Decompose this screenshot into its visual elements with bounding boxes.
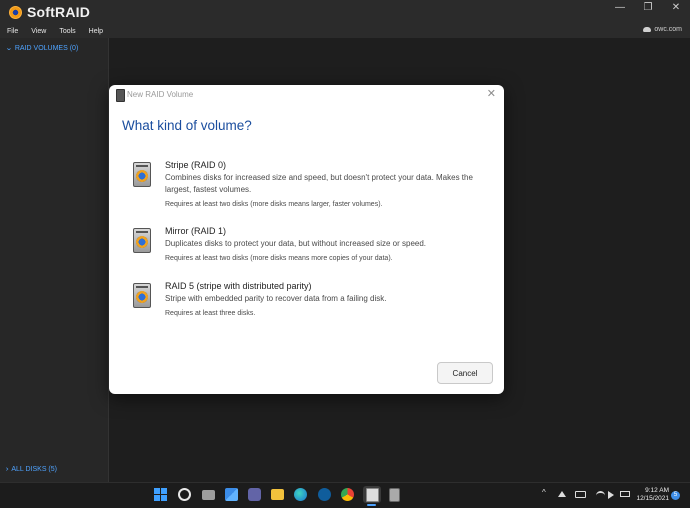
owc-link[interactable]: owc.com bbox=[643, 26, 682, 33]
option-note: Requires at least two disks (more disks … bbox=[165, 201, 383, 208]
file-explorer-icon[interactable] bbox=[271, 489, 284, 500]
option-description: Combines disks for increased size and sp… bbox=[165, 173, 473, 194]
option-raid5[interactable]: RAID 5 (stripe with distributed parity) … bbox=[133, 280, 483, 320]
dialog-heading: What kind of volume? bbox=[122, 118, 252, 133]
dialog-title-bar: New RAID Volume ✕ bbox=[109, 85, 504, 105]
chevron-down-icon: ⌄ bbox=[5, 45, 13, 52]
option-stripe-raid0[interactable]: Stripe (RAID 0) Combines disks for incre… bbox=[133, 159, 483, 211]
eject-icon[interactable] bbox=[558, 491, 566, 497]
widgets-icon[interactable] bbox=[225, 488, 238, 501]
title-bar: SoftRAID — ❐ ✕ bbox=[0, 0, 690, 24]
stocks-icon[interactable] bbox=[318, 488, 331, 501]
softraid-disk-icon bbox=[116, 89, 125, 102]
menu-file[interactable]: File bbox=[7, 28, 18, 35]
task-view-icon[interactable] bbox=[202, 490, 215, 500]
menu-bar: File View Tools Help owc.com bbox=[0, 24, 690, 38]
softraid-logo-icon bbox=[9, 5, 22, 19]
softraid-monitor-icon[interactable] bbox=[389, 488, 400, 502]
option-description: Stripe with embedded parity to recover d… bbox=[165, 294, 387, 303]
maximize-button[interactable]: ❐ bbox=[642, 0, 654, 16]
raid5-disk-icon bbox=[133, 283, 151, 308]
sidebar-all-disks[interactable]: › ALL DISKS (5) bbox=[6, 466, 57, 473]
window-controls: — ❐ ✕ bbox=[614, 0, 682, 16]
option-mirror-raid1[interactable]: Mirror (RAID 1) Duplicates disks to prot… bbox=[133, 225, 483, 265]
option-title: RAID 5 (stripe with distributed parity) bbox=[165, 281, 312, 291]
app-title: SoftRAID bbox=[27, 4, 91, 20]
wifi-icon[interactable] bbox=[596, 491, 605, 500]
sidebar: ⌄ RAID VOLUMES (0) › ALL DISKS (5) bbox=[0, 38, 109, 482]
mirror-disk-icon bbox=[133, 228, 151, 253]
chrome-icon[interactable] bbox=[341, 488, 354, 501]
option-title: Mirror (RAID 1) bbox=[165, 226, 226, 236]
option-note: Requires at least two disks (more disks … bbox=[165, 255, 393, 262]
taskbar: ^ 9:12 AM 12/15/2021 5 bbox=[0, 482, 690, 508]
chevron-right-icon: › bbox=[5, 466, 9, 473]
active-indicator bbox=[367, 504, 376, 506]
all-disks-label: ALL DISKS (5) bbox=[11, 466, 57, 473]
battery-icon[interactable] bbox=[620, 491, 630, 497]
menu-view[interactable]: View bbox=[31, 28, 46, 35]
menu-tools[interactable]: Tools bbox=[59, 28, 75, 35]
cancel-button[interactable]: Cancel bbox=[437, 362, 493, 384]
volume-icon[interactable] bbox=[608, 491, 614, 499]
option-title: Stripe (RAID 0) bbox=[165, 160, 227, 170]
tray-overflow-chevron-icon[interactable]: ^ bbox=[542, 488, 551, 497]
start-icon[interactable] bbox=[154, 488, 167, 501]
teams-chat-icon[interactable] bbox=[248, 488, 261, 501]
cloud-icon bbox=[643, 27, 652, 32]
notification-badge[interactable]: 5 bbox=[671, 491, 680, 500]
minimize-button[interactable]: — bbox=[614, 0, 626, 16]
clock[interactable]: 9:12 AM 12/15/2021 bbox=[635, 487, 669, 503]
close-window-button[interactable]: ✕ bbox=[670, 0, 682, 16]
dialog-close-button[interactable]: ✕ bbox=[487, 87, 496, 100]
new-raid-volume-dialog: New RAID Volume ✕ What kind of volume? S… bbox=[109, 85, 504, 394]
keyboard-icon[interactable] bbox=[575, 491, 586, 498]
clock-date: 12/15/2021 bbox=[636, 495, 669, 502]
edge-icon[interactable] bbox=[294, 488, 307, 501]
dialog-title: New RAID Volume bbox=[127, 90, 194, 99]
sidebar-raid-volumes[interactable]: ⌄ RAID VOLUMES (0) bbox=[5, 44, 79, 53]
option-description: Duplicates disks to protect your data, b… bbox=[165, 239, 427, 248]
raid-volumes-label: RAID VOLUMES (0) bbox=[14, 44, 79, 52]
option-note: Requires at least three disks. bbox=[165, 310, 256, 317]
stripe-disk-icon bbox=[133, 162, 151, 187]
search-icon[interactable] bbox=[178, 488, 191, 501]
menu-help[interactable]: Help bbox=[89, 28, 103, 35]
softraid-icon bbox=[366, 488, 379, 502]
clock-time: 9:12 AM bbox=[645, 487, 669, 494]
owc-link-label: owc.com bbox=[654, 26, 682, 33]
